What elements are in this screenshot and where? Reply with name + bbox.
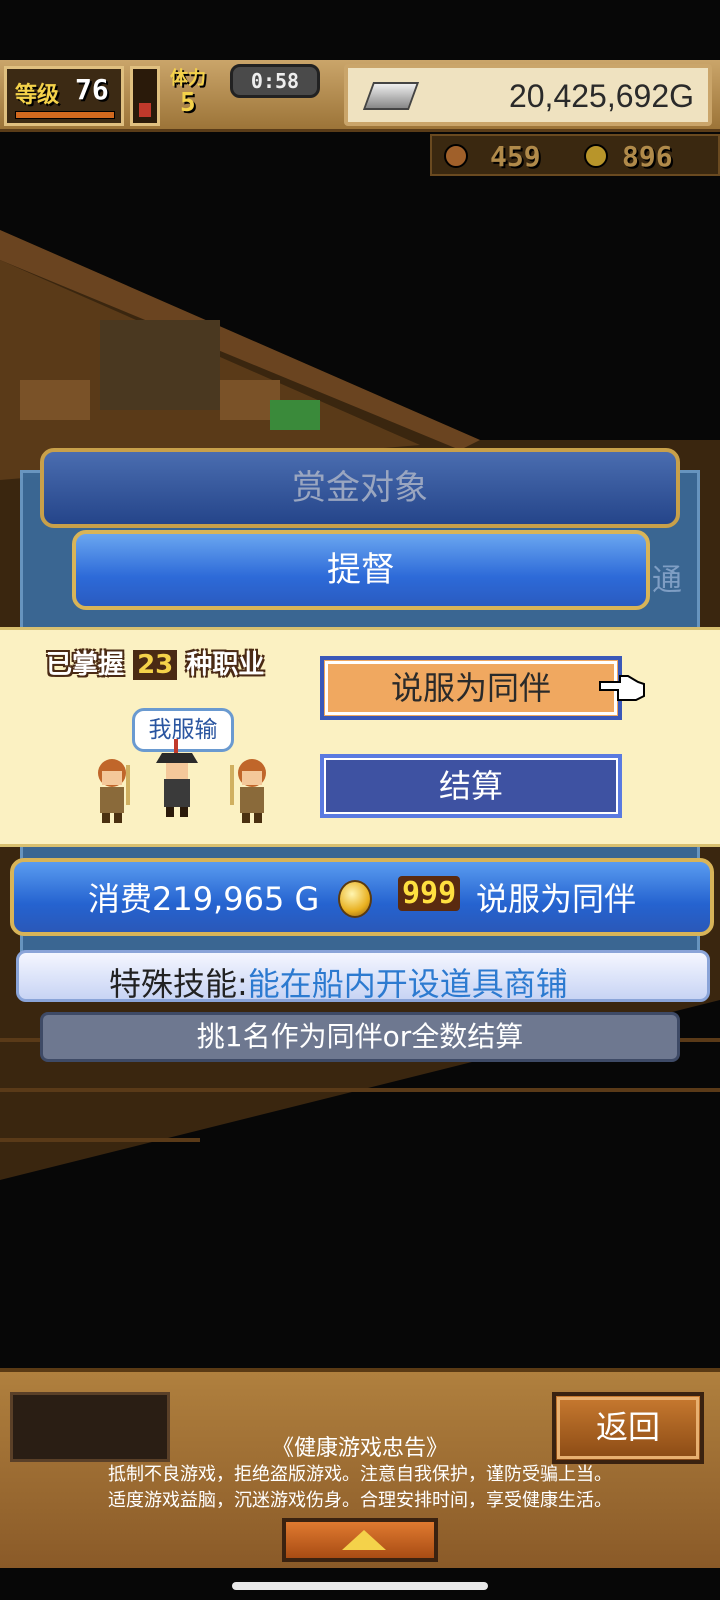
bounty-title: 赏金对象	[40, 448, 680, 528]
home-indicator[interactable]	[232, 1582, 488, 1590]
gold-coin-icon	[338, 880, 372, 918]
stamina-fill	[139, 103, 151, 117]
level-panel: 等级 76	[4, 66, 124, 126]
strength-label: 体力	[170, 68, 206, 89]
gold-panel: 20,425,692G	[344, 64, 712, 126]
character-left	[98, 759, 130, 823]
class-name-banner: 提督	[72, 530, 650, 610]
timer: 0:58	[230, 64, 320, 98]
resource2-value: 896	[622, 140, 673, 173]
level-label: 等级	[15, 83, 60, 108]
skill-value: 能在船内开设道具商铺	[247, 965, 568, 1003]
health-notice-title: 《健康游戏忠告》	[271, 1436, 448, 1461]
level-value: 76	[75, 73, 109, 106]
resource-bar: 459 896	[430, 134, 720, 176]
premium-cost: 999	[398, 876, 461, 911]
settle-button[interactable]: 结算	[320, 754, 622, 818]
stamina-gauge	[130, 66, 160, 126]
bottom-bar: 返回 《健康游戏忠告》 抵制不良游戏，拒绝盗版游戏。注意自我保护，谨防受骗上当。…	[0, 1368, 720, 1568]
medal-icon	[584, 144, 608, 168]
character-center	[156, 739, 198, 817]
character-right	[230, 759, 266, 823]
mastered-jobs: 已掌握 23 种职业	[46, 644, 264, 681]
up-arrow-icon	[342, 1530, 386, 1550]
expand-up-button[interactable]	[282, 1518, 438, 1562]
gold-amount: 20,425,692G	[508, 78, 694, 114]
strength-value: 5	[180, 88, 196, 118]
special-skill-box: 特殊技能:能在船内开设道具商铺	[16, 950, 710, 1003]
cost-text: 消费219,965 G	[88, 880, 320, 918]
mastered-prefix: 已掌握	[46, 650, 125, 680]
hint-bar: 挑1名作为同伴or全数结算	[40, 1012, 680, 1062]
health-notice-line1: 抵制不良游戏，拒绝盗版游戏。注意自我保护，谨防受骗上当。	[108, 1464, 612, 1485]
cost-suffix: 说服为同伴	[476, 880, 637, 918]
skill-label: 特殊技能:能在船内开设道具商铺	[109, 965, 568, 1003]
mastered-suffix: 种职业	[186, 650, 265, 680]
persuade-with-gold-button[interactable]: 消费219,965 G 999 说服为同伴	[10, 858, 714, 936]
resource1-value: 459	[490, 140, 541, 173]
silver-ingot-icon	[362, 82, 420, 110]
experience-bar	[15, 111, 115, 119]
mastered-count: 23	[133, 650, 178, 680]
target-panel: 已掌握 23 种职业 我服输 说服为同伴 结算	[0, 627, 720, 847]
food-icon	[444, 144, 468, 168]
bounty-characters	[98, 739, 266, 823]
health-notice-line2: 适度游戏益脑，沉迷游戏伤身。合理安排时间，享受健康生活。	[108, 1490, 612, 1511]
side-peek-label: 通	[652, 563, 682, 598]
pointing-hand-icon	[599, 675, 645, 701]
persuade-button[interactable]: 说服为同伴	[320, 656, 622, 720]
